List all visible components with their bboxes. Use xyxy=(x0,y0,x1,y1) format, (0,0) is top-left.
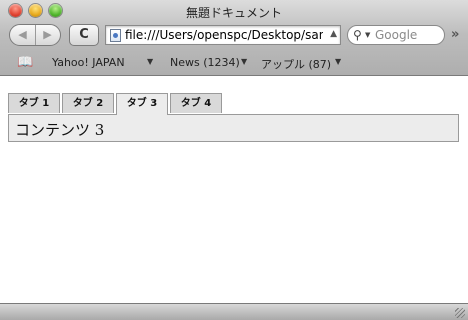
search-icon[interactable]: ⚲ xyxy=(353,28,362,42)
bookmarks-bar: 📖 Yahoo! JAPAN ▼ News (1234) ▼ アップル (87)… xyxy=(0,52,468,74)
bookmark-news[interactable]: News (1234) xyxy=(170,56,240,69)
title-bar: 無題ドキュメント xyxy=(0,0,468,22)
window-title: 無題ドキュメント xyxy=(185,6,282,20)
reload-icon: C xyxy=(79,27,89,42)
status-bar xyxy=(0,303,468,320)
document-icon xyxy=(110,29,121,42)
toolbar: ◀ ▶ C file:///Users/openspc/Desktop/san … xyxy=(0,22,468,49)
bookmark-apple[interactable]: アップル (87) xyxy=(261,56,331,72)
url-text[interactable]: file:///Users/openspc/Desktop/san xyxy=(125,28,323,42)
search-field[interactable]: ⚲ ▼ Google xyxy=(347,25,445,45)
toolbar-overflow-button[interactable]: » xyxy=(451,27,459,42)
tab-3[interactable]: タブ 3 xyxy=(116,93,168,115)
browser-chrome: 無題ドキュメント ◀ ▶ C file:///Users/openspc/Des… xyxy=(0,0,468,76)
tab-4[interactable]: タブ 4 xyxy=(170,93,222,113)
panel-content-text: コンテンツ 3 xyxy=(15,121,105,139)
chevron-down-icon[interactable]: ▼ xyxy=(365,31,370,39)
chevron-down-icon[interactable]: ▼ xyxy=(335,57,341,66)
page-content: タブ 1 タブ 2 タブ 3 タブ 4 コンテンツ 3 xyxy=(0,76,468,304)
navigation-buttons: ◀ ▶ xyxy=(9,24,61,46)
chevron-down-icon[interactable]: ▼ xyxy=(147,57,153,66)
back-button[interactable]: ◀ xyxy=(10,25,36,45)
chevron-up-icon: ▲ xyxy=(330,29,337,39)
bookmark-yahoo-japan[interactable]: Yahoo! JAPAN xyxy=(52,56,125,69)
forward-button[interactable]: ▶ xyxy=(35,25,60,45)
chevron-down-icon[interactable]: ▼ xyxy=(241,57,247,66)
search-placeholder: Google xyxy=(375,28,418,42)
book-icon[interactable]: 📖 xyxy=(17,55,33,70)
address-bar[interactable]: file:///Users/openspc/Desktop/san ▲ xyxy=(105,25,341,45)
tab-2[interactable]: タブ 2 xyxy=(62,93,114,113)
tab-panel: コンテンツ 3 xyxy=(8,114,459,142)
resize-handle-icon[interactable] xyxy=(455,308,465,318)
reload-button[interactable]: C xyxy=(69,24,99,46)
browser-window: 無題ドキュメント ◀ ▶ C file:///Users/openspc/Des… xyxy=(0,0,468,320)
tab-1[interactable]: タブ 1 xyxy=(8,93,60,113)
